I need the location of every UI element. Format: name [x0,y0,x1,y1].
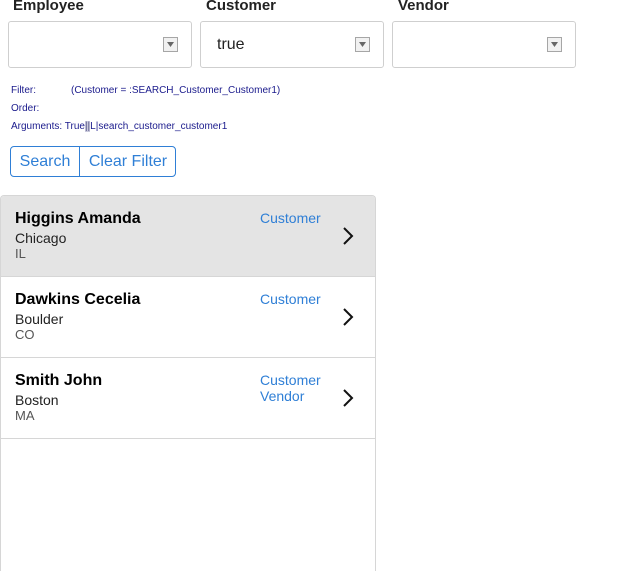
customer-select-value: true [217,36,245,53]
employee-label: Employee [13,0,84,14]
order-info: Order: [11,103,39,114]
contact-state: MA [15,408,35,423]
filter-info-label: Filter: [11,85,36,96]
contact-name: Dawkins Cecelia [15,291,141,308]
contact-state: IL [15,246,26,261]
customer-select[interactable]: true [200,21,384,68]
clear-filter-button[interactable]: Clear Filter [80,147,176,176]
contact-state: CO [15,327,35,342]
contact-city: Boston [15,392,59,408]
filter-info-value: (Customer = :SEARCH_Customer_Customer1) [71,85,281,96]
filter-info: Filter: (Customer = :SEARCH_Customer_Cus… [11,85,280,96]
chevron-down-icon[interactable] [547,37,562,52]
chevron-down-icon[interactable] [163,37,178,52]
contact-roles: Customer [260,210,321,226]
employee-select[interactable] [8,21,192,68]
contact-roles: Customer [260,291,321,307]
list-item[interactable]: Smith John Boston MA Customer Vendor [1,358,375,439]
arguments-part-true: True [64,121,85,132]
contact-city: Boulder [15,311,64,327]
chevron-right-icon[interactable] [341,388,355,413]
vendor-label: Vendor [398,0,449,14]
chevron-down-icon[interactable] [355,37,370,52]
arguments-part-search: |search_customer_customer1 [95,121,228,132]
list-item[interactable]: Dawkins Cecelia Boulder CO Customer [1,277,375,358]
role-label: Vendor [260,388,305,404]
customer-label: Customer [206,0,277,14]
contact-name: Higgins Amanda [15,210,141,227]
arguments-info-label: Arguments: [11,121,63,132]
contact-name: Smith John [15,372,103,389]
results-list: Higgins Amanda Chicago IL Customer Dawki… [0,195,376,571]
arguments-info-value: True||L|search_customer_customer1 [62,121,227,132]
vendor-select[interactable] [392,21,576,68]
role-label: Customer [260,372,321,388]
search-button[interactable]: Search [11,147,80,176]
arguments-info: Arguments: True||L|search_customer_custo… [11,121,227,132]
list-item[interactable]: Higgins Amanda Chicago IL Customer [1,196,375,277]
chevron-right-icon[interactable] [341,307,355,332]
role-label: Customer [260,291,321,307]
chevron-right-icon[interactable] [341,226,355,251]
action-button-group: Search Clear Filter [10,146,176,177]
role-label: Customer [260,210,321,226]
order-info-label: Order: [11,103,40,114]
contact-roles: Customer Vendor [260,372,321,404]
contact-city: Chicago [15,230,67,246]
